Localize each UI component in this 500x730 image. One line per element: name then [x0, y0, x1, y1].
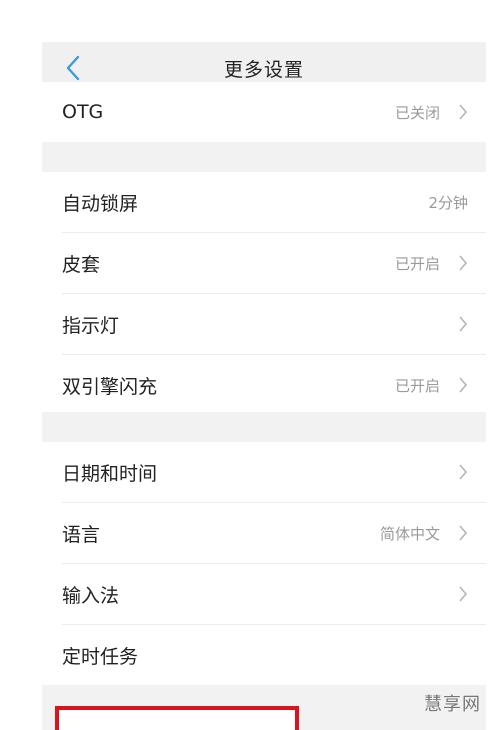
- back-button[interactable]: [60, 54, 86, 82]
- chevron-right-icon: [459, 316, 468, 332]
- page-title: 更多设置: [223, 58, 304, 81]
- row-value: 已关闭: [394, 103, 440, 122]
- row-value: 已开启: [394, 254, 440, 273]
- section-gap: [42, 142, 486, 172]
- settings-row-cover[interactable]: 皮套 已开启: [42, 233, 486, 293]
- row-label: 定时任务: [62, 645, 139, 668]
- settings-row-auto-lock[interactable]: 自动锁屏 2分钟: [42, 172, 486, 232]
- settings-row-scheduled-tasks[interactable]: 定时任务: [42, 625, 486, 685]
- row-label: 输入法: [62, 584, 120, 607]
- settings-row-language[interactable]: 语言 简体中文: [42, 503, 486, 563]
- settings-row-date-time[interactable]: 日期和时间: [42, 442, 486, 502]
- settings-screen: 更多设置 OTG 已关闭 自动锁屏 2分钟 皮套 已开启 指示灯 双引擎闪充 已…: [42, 42, 486, 730]
- row-value: 简体中文: [379, 524, 440, 543]
- chevron-right-icon: [459, 525, 468, 541]
- chevron-right-icon: [459, 377, 468, 393]
- settings-row-indicator-light[interactable]: 指示灯: [42, 294, 486, 354]
- settings-row-dual-engine-charge[interactable]: 双引擎闪充 已开启: [42, 355, 486, 415]
- row-value: 已开启: [394, 376, 440, 395]
- highlight-box: [55, 706, 299, 730]
- row-label: OTG: [62, 101, 104, 123]
- row-label: 双引擎闪充: [62, 375, 158, 398]
- chevron-left-icon: [66, 55, 80, 81]
- watermark-text: 慧享网: [424, 694, 481, 715]
- row-label: 皮套: [62, 253, 101, 276]
- chevron-right-icon: [459, 586, 468, 602]
- row-label: 自动锁屏: [62, 192, 139, 215]
- chevron-right-icon: [459, 464, 468, 480]
- settings-row-input-method[interactable]: 输入法: [42, 564, 486, 624]
- section-gap: [42, 412, 486, 442]
- chevron-right-icon: [459, 104, 468, 120]
- row-label: 指示灯: [62, 314, 120, 337]
- chevron-right-icon: [459, 255, 468, 271]
- row-label: 日期和时间: [62, 462, 158, 485]
- row-value: 2分钟: [428, 193, 468, 212]
- settings-row-otg[interactable]: OTG 已关闭: [42, 82, 486, 142]
- row-label: 语言: [62, 523, 101, 546]
